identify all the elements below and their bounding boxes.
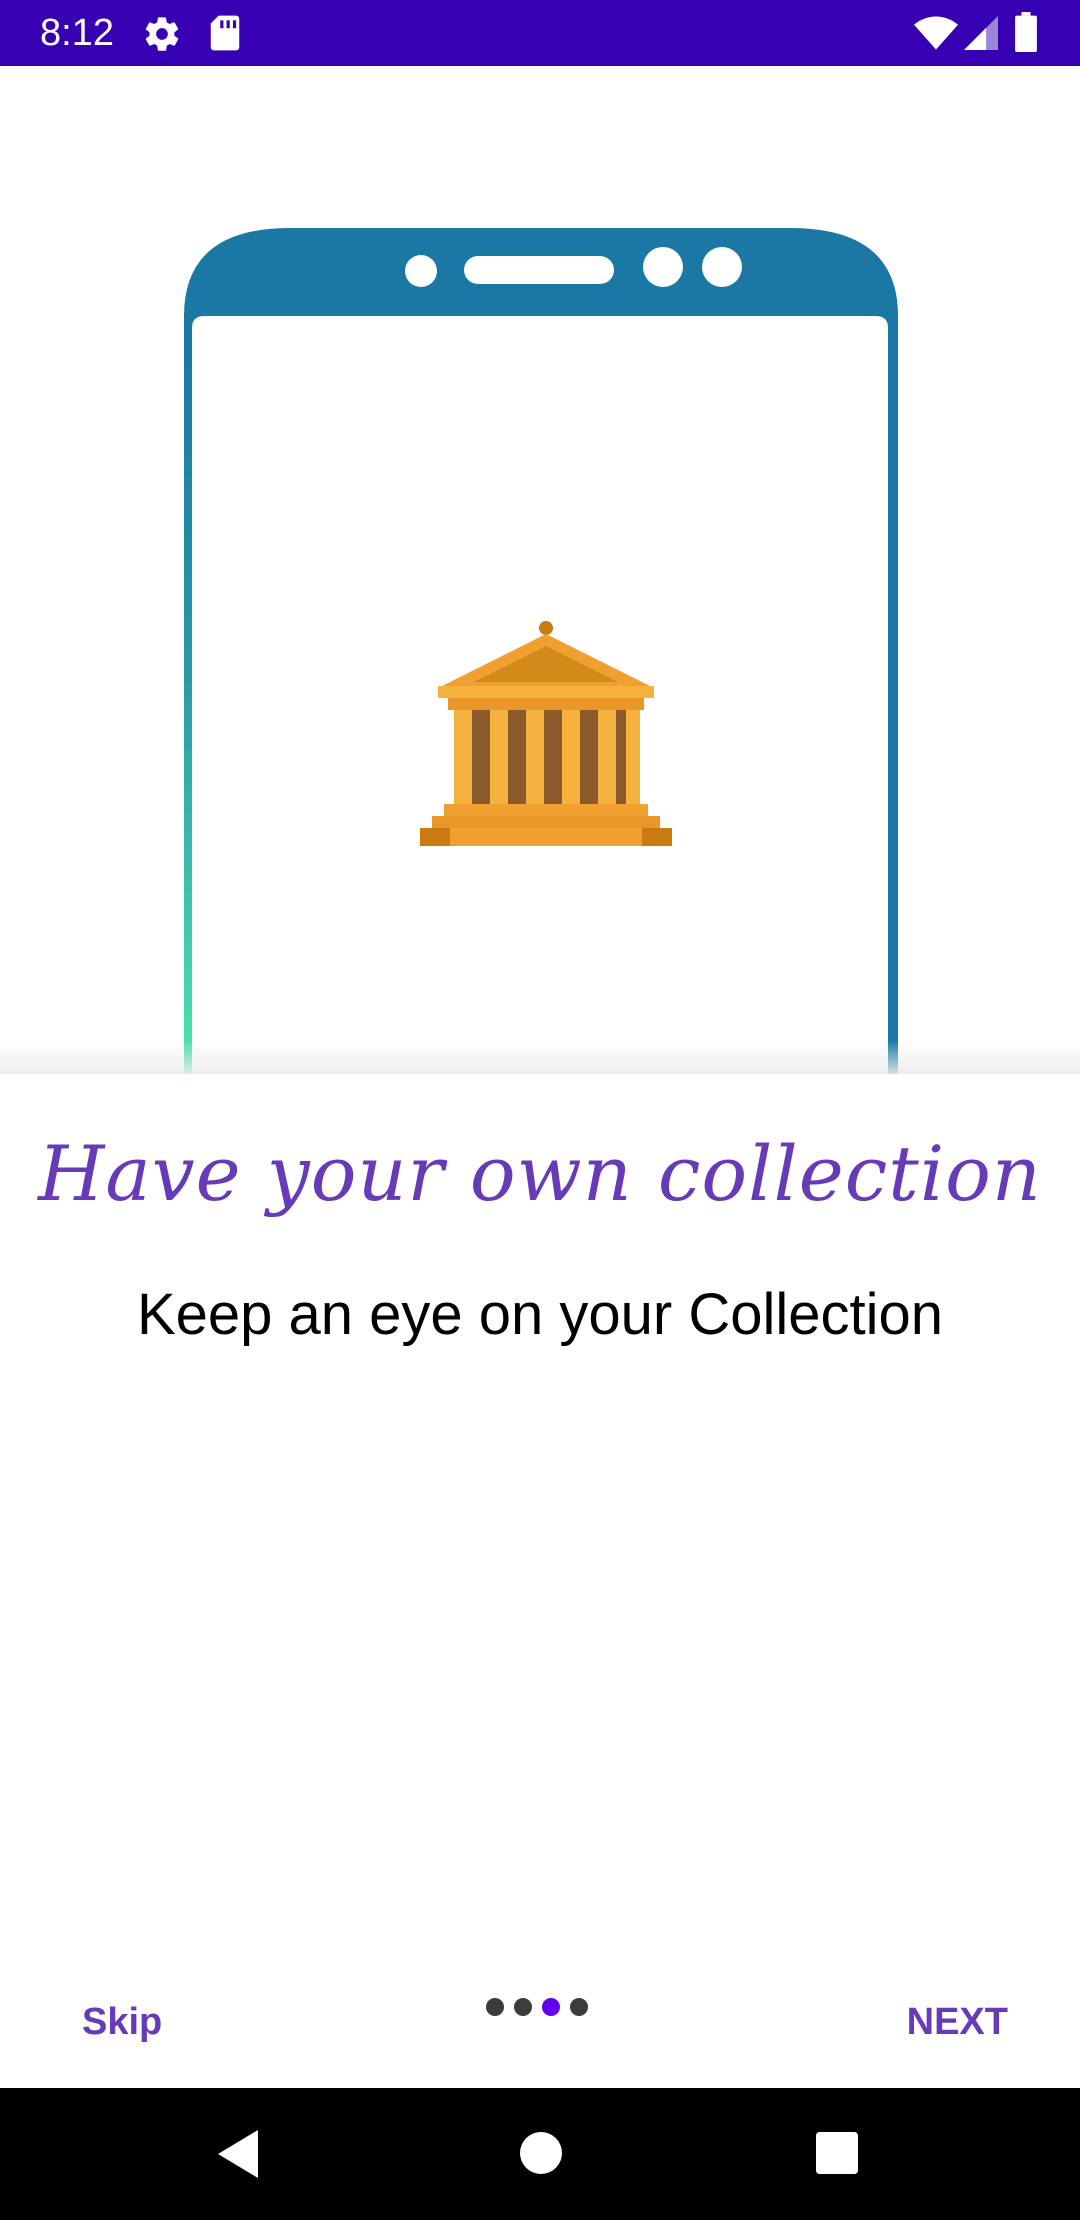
page-dot-3-active[interactable]: [542, 1998, 560, 2016]
cell-signal-icon: [964, 16, 998, 55]
settings-gear-icon: [142, 14, 182, 59]
sd-card-icon: [208, 14, 242, 57]
onboarding-illustration: [0, 66, 1080, 1074]
onboarding-screen: 8:12 Have your own collection Keep an ey…: [0, 0, 1080, 2220]
page-dot-1[interactable]: [486, 1998, 504, 2016]
status-bar: 8:12: [0, 0, 1080, 66]
wifi-icon: [914, 16, 958, 55]
page-dot-2[interactable]: [514, 1998, 532, 2016]
home-icon[interactable]: [520, 2132, 562, 2179]
phone-frame-illustration: [184, 228, 898, 1074]
status-time: 8:12: [40, 12, 114, 54]
onboarding-headline: Have your own collection: [38, 1129, 1042, 1218]
skip-button[interactable]: Skip: [82, 1992, 162, 2052]
next-button[interactable]: NEXT: [907, 1992, 1008, 2052]
illustration-divider-shadow: [0, 1040, 1080, 1074]
battery-icon: [1014, 12, 1038, 57]
page-dot-4[interactable]: [570, 1998, 588, 2016]
onboarding-subtitle: Keep an eye on your Collection: [136, 1282, 944, 1347]
page-indicator: [486, 1998, 596, 2016]
back-icon[interactable]: [218, 2130, 262, 2183]
system-nav-bar: [0, 2088, 1080, 2220]
museum-building-icon: [420, 621, 672, 846]
recents-icon[interactable]: [816, 2132, 858, 2179]
